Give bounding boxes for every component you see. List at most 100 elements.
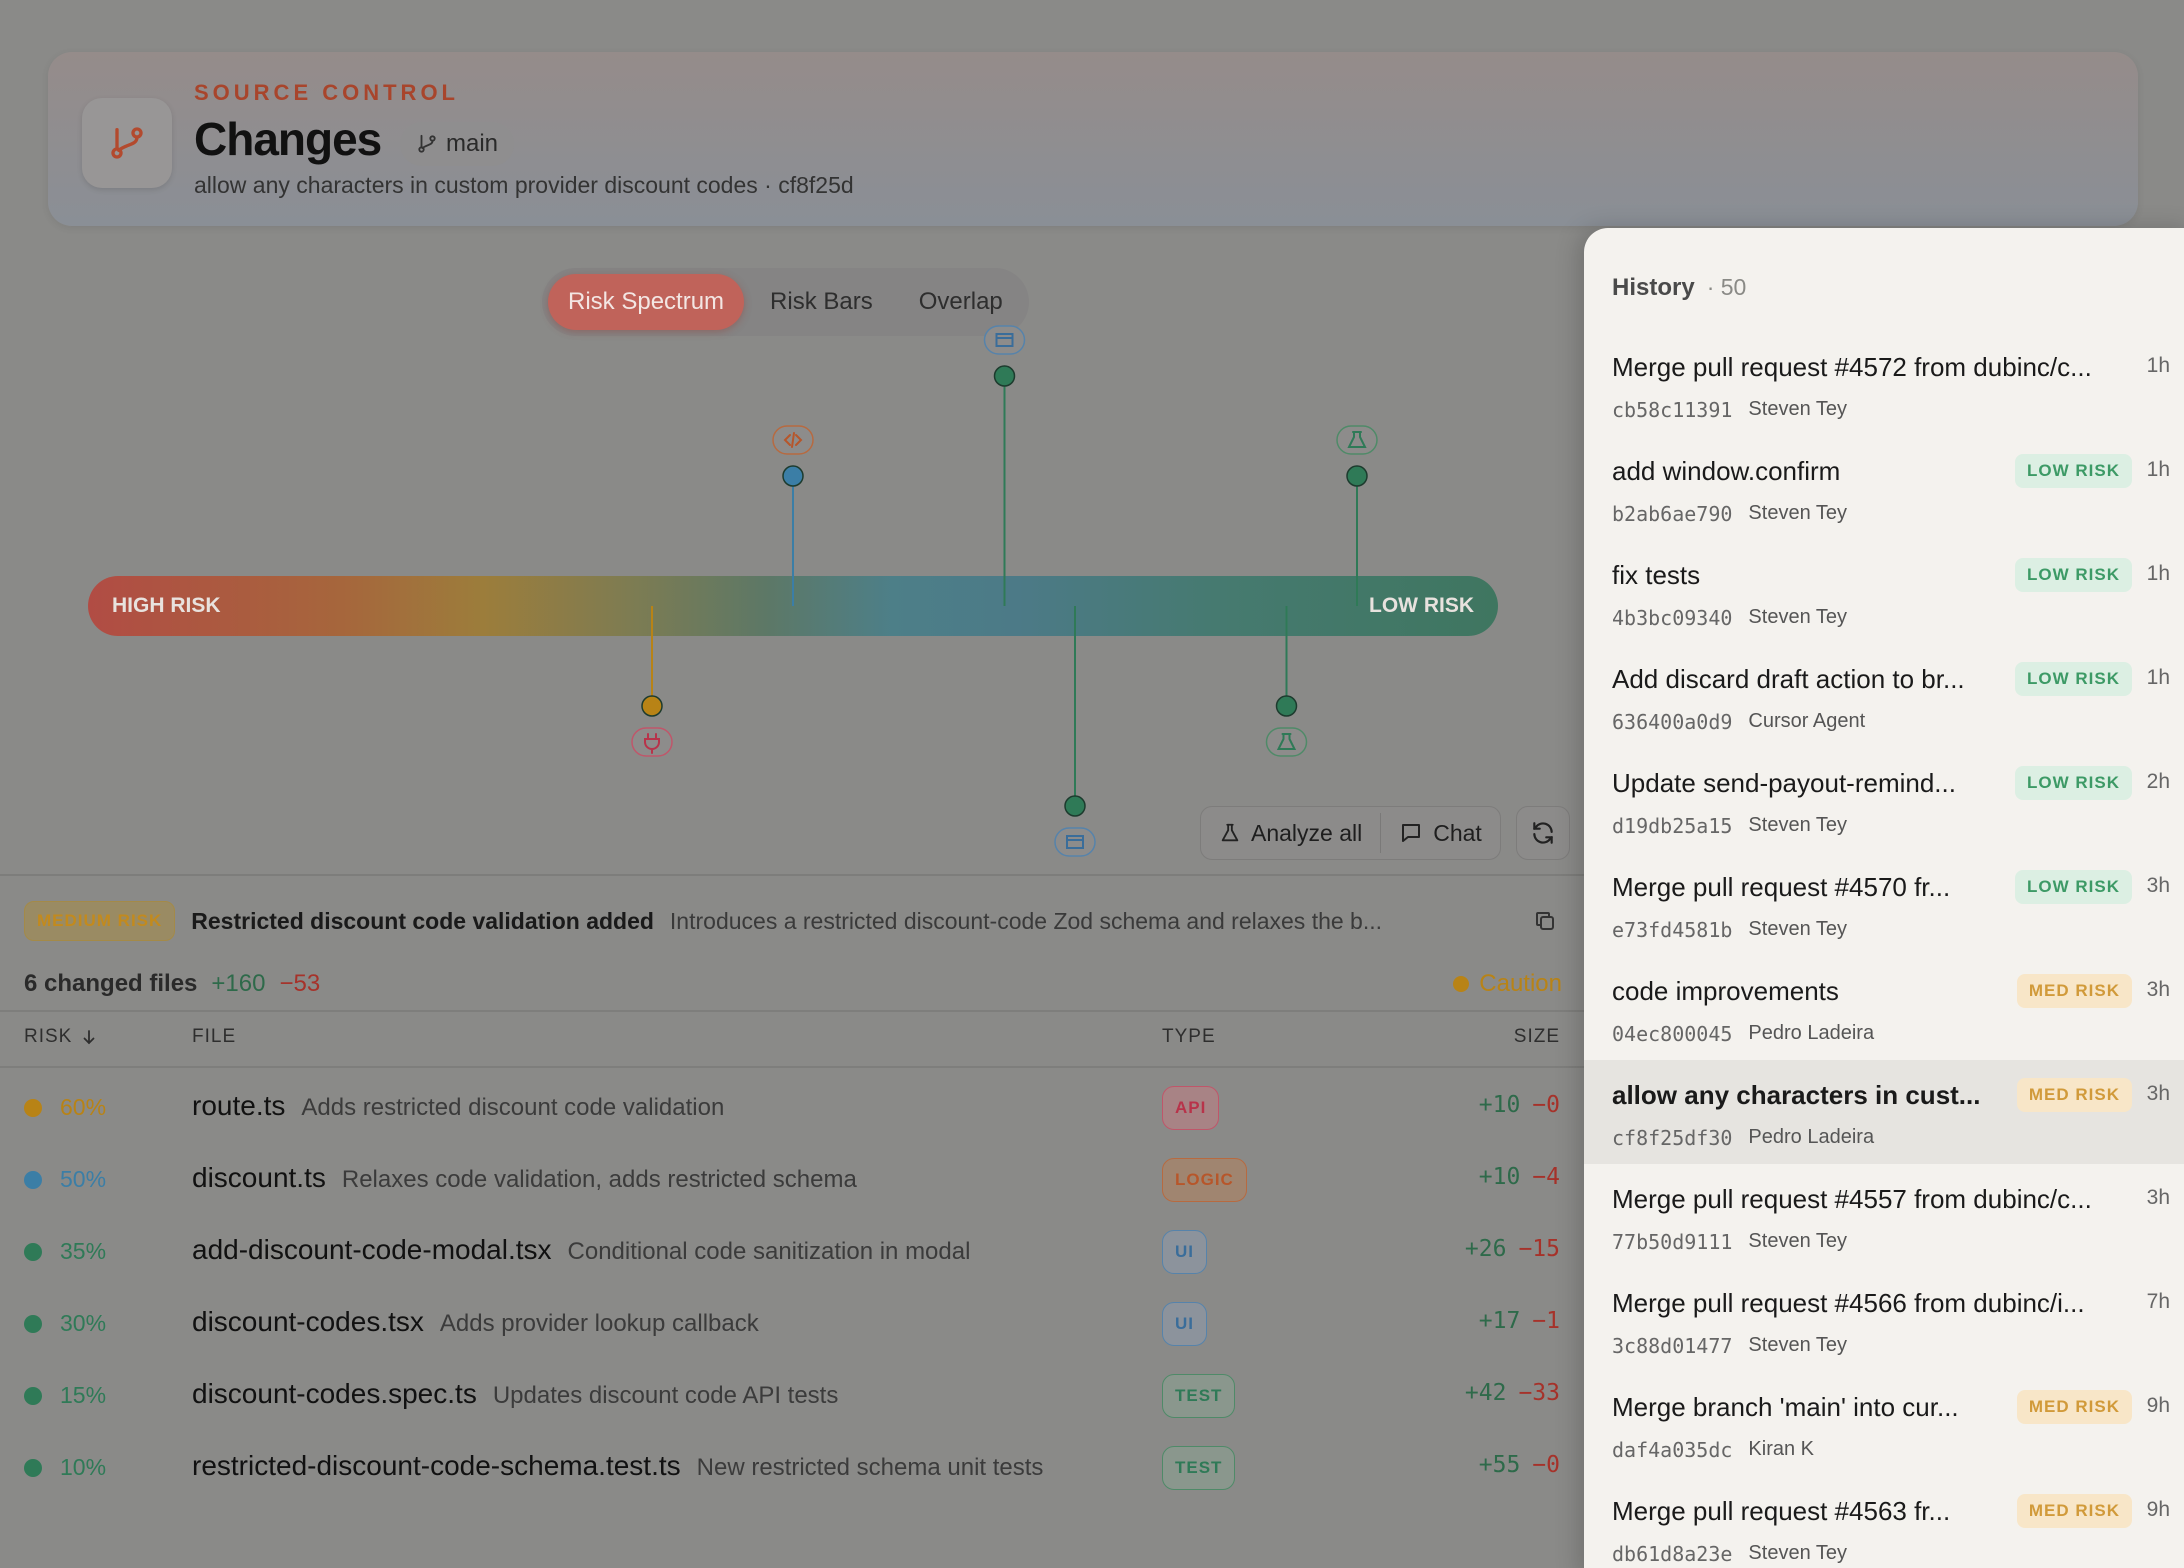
caution-dot-icon: [1453, 976, 1470, 992]
risk-marker-dot[interactable]: [782, 465, 804, 487]
analysis-summary: MEDIUM RISK Restricted discount code val…: [24, 898, 1560, 944]
file-name[interactable]: add-discount-code-modal.tsx: [192, 1234, 552, 1266]
history-item[interactable]: Update send-payout-remind... LOW RISK 2h…: [1584, 748, 2184, 852]
file-description: Conditional code sanitization in modal: [567, 1238, 971, 1265]
total-deletions: −53: [279, 970, 321, 997]
history-time: 9h: [2146, 1394, 2170, 1417]
history-item[interactable]: add window.confirm LOW RISK 1h b2ab6ae79…: [1584, 436, 2184, 540]
risk-dot-icon: [24, 1458, 42, 1477]
history-item[interactable]: Merge pull request #4563 fr... MED RISK …: [1584, 1476, 2184, 1568]
history-item[interactable]: Merge pull request #4570 fr... LOW RISK …: [1584, 852, 2184, 956]
chat-button[interactable]: Chat: [1381, 807, 1500, 859]
file-name[interactable]: discount-codes.tsx: [192, 1306, 424, 1338]
total-additions: +160: [211, 970, 266, 997]
file-name[interactable]: discount.ts: [192, 1162, 326, 1194]
analyze-all-button[interactable]: Analyze all: [1201, 807, 1380, 859]
history-commit-title: add window.confirm: [1612, 456, 1841, 486]
risk-marker-dot[interactable]: [1064, 795, 1086, 817]
size-column-header[interactable]: SIZE: [1514, 1026, 1560, 1048]
size-cell: +42 −33: [1465, 1380, 1560, 1406]
history-risk-badge: LOW RISK: [2015, 454, 2132, 488]
commit-hash: cb58c11391: [1612, 398, 1733, 422]
history-meta: d19db25a15 Steven Tey: [1612, 814, 1847, 838]
risk-marker-dot[interactable]: [1346, 465, 1368, 487]
history-risk-badge: LOW RISK: [2015, 766, 2132, 800]
type-badge: UI: [1162, 1230, 1207, 1274]
commit-author: Pedro Ladeira: [1748, 1126, 1875, 1148]
file-additions: +26: [1464, 1236, 1507, 1262]
file-additions: +55: [1478, 1452, 1521, 1478]
table-row[interactable]: 50% discount.ts Relaxes code validation,…: [0, 1144, 1584, 1216]
history-item[interactable]: Merge pull request #4557 from dubinc/c..…: [1584, 1164, 2184, 1268]
history-item[interactable]: fix tests LOW RISK 1h 4b3bc09340 Steven …: [1584, 540, 2184, 644]
file-deletions: −0: [1532, 1092, 1560, 1118]
history-meta: cf8f25df30 Pedro Ladeira: [1612, 1126, 1874, 1150]
file-name[interactable]: restricted-discount-code-schema.test.ts: [192, 1450, 681, 1482]
risk-marker-dot[interactable]: [1275, 695, 1298, 717]
history-item[interactable]: Merge pull request #4566 from dubinc/i..…: [1584, 1268, 2184, 1372]
history-meta: 77b50d9111 Steven Tey: [1612, 1230, 1847, 1254]
history-item[interactable]: Merge branch 'main' into cur... MED RISK…: [1584, 1372, 2184, 1476]
history-time: 3h: [2146, 1186, 2170, 1209]
file-name[interactable]: route.ts: [192, 1090, 285, 1122]
copy-icon[interactable]: [1530, 906, 1560, 936]
risk-dot-icon: [24, 1242, 42, 1261]
table-row[interactable]: 60% route.ts Adds restricted discount co…: [0, 1072, 1584, 1144]
marker-icon-chip[interactable]: [1054, 827, 1096, 857]
file-deletions: −0: [1532, 1452, 1560, 1478]
history-time: 1h: [2146, 458, 2170, 481]
table-row[interactable]: 35% add-discount-code-modal.tsx Conditio…: [0, 1216, 1584, 1288]
type-badge: API: [1162, 1086, 1220, 1130]
history-commit-title: Merge pull request #4572 from dubinc/c..…: [1612, 352, 2092, 382]
history-meta: b2ab6ae790 Steven Tey: [1612, 502, 1847, 526]
history-item[interactable]: Merge pull request #4572 from dubinc/c..…: [1584, 332, 2184, 436]
file-column-header[interactable]: FILE: [192, 1026, 236, 1048]
table-row[interactable]: 15% discount-codes.spec.ts Updates disco…: [0, 1360, 1584, 1432]
history-risk-badge: MED RISK: [2016, 1494, 2132, 1528]
summary-description[interactable]: Introduces a restricted discount-code Zo…: [670, 908, 1514, 935]
risk-marker-dot[interactable]: [993, 365, 1016, 387]
type-column-header[interactable]: TYPE: [1162, 1026, 1216, 1048]
risk-dot-icon: [24, 1098, 42, 1117]
commit-hash: db61d8a23e: [1612, 1542, 1733, 1566]
history-commit-title: Merge pull request #4557 from dubinc/c..…: [1612, 1184, 2092, 1214]
history-time: 9h: [2146, 1498, 2170, 1521]
risk-cell: 35%: [24, 1238, 106, 1265]
refresh-button[interactable]: [1516, 806, 1570, 860]
size-cell: +17 −1: [1479, 1308, 1560, 1334]
history-meta: 636400a0d9 Cursor Agent: [1612, 710, 1865, 734]
commit-hash: 636400a0d9: [1612, 710, 1733, 734]
risk-percent: 30%: [60, 1310, 107, 1336]
history-meta: 3c88d01477 Steven Tey: [1612, 1334, 1847, 1358]
size-cell: +10 −4: [1479, 1164, 1560, 1190]
sort-down-icon: [83, 1030, 95, 1045]
history-item[interactable]: allow any characters in cust... MED RISK…: [1584, 1060, 2184, 1164]
risk-marker-dot[interactable]: [641, 695, 663, 717]
history-meta: 04ec800045 Pedro Ladeira: [1612, 1022, 1874, 1046]
history-item[interactable]: code improvements MED RISK 3h 04ec800045…: [1584, 956, 2184, 1060]
history-risk-badge: LOW RISK: [2015, 558, 2132, 592]
changed-files-count: 6 changed files: [24, 970, 198, 997]
history-meta: cb58c11391 Steven Tey: [1612, 398, 1847, 422]
file-cell: discount-codes.tsx Adds provider lookup …: [192, 1306, 759, 1338]
marker-icon-chip[interactable]: [1336, 425, 1378, 455]
marker-icon-chip[interactable]: [1265, 727, 1308, 757]
risk-column-header[interactable]: RISK: [24, 1026, 98, 1048]
history-commit-title: code improvements: [1612, 976, 1839, 1006]
marker-icon-chip[interactable]: [983, 325, 1026, 355]
history-time: 3h: [2146, 874, 2170, 897]
commit-hash: daf4a035dc: [1612, 1438, 1733, 1462]
table-row[interactable]: 10% restricted-discount-code-schema.test…: [0, 1432, 1584, 1504]
history-meta: 4b3bc09340 Steven Tey: [1612, 606, 1847, 630]
history-item[interactable]: Add discard draft action to br... LOW RI…: [1584, 644, 2184, 748]
file-name[interactable]: discount-codes.spec.ts: [192, 1378, 477, 1410]
summary-title: Restricted discount code validation adde…: [191, 907, 654, 934]
flask-icon: [1221, 823, 1239, 842]
chat-label: Chat: [1433, 819, 1482, 846]
history-count: · 50: [1706, 274, 1747, 300]
risk-dot-icon: [24, 1386, 42, 1405]
commit-hash: b2ab6ae790: [1612, 502, 1733, 526]
commit-author: Steven Tey: [1748, 918, 1848, 940]
table-row[interactable]: 30% discount-codes.tsx Adds provider loo…: [0, 1288, 1584, 1360]
history-commit-title: Merge pull request #4566 from dubinc/i..…: [1612, 1288, 2085, 1318]
